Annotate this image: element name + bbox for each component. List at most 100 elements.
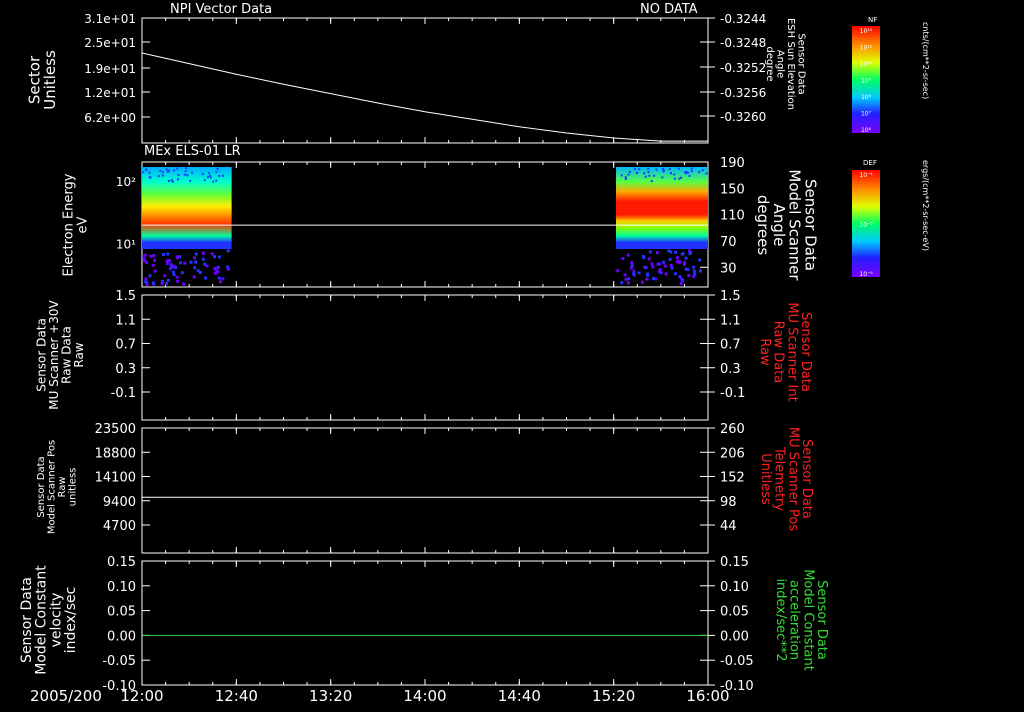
spectrogram-pixel [692,269,696,273]
spectrogram-pixel [170,179,173,182]
left-y-tick-label: 6.2e+00 [84,111,136,125]
spectrogram-pixel [163,274,167,278]
left-y-tick-label: 9400 [103,495,136,510]
colorbar-def-label: DEF [863,159,877,167]
spectrogram-pixel [226,249,230,253]
spectrogram-pixel [216,167,219,170]
spectrogram-pixel [160,282,164,286]
data-layer [141,26,880,636]
right-y-tick-label: 152 [720,471,745,486]
spectrogram-pixel [640,280,644,284]
spectrogram-pixel [655,168,658,171]
spectrogram-pixel [148,274,152,278]
spectrogram-pixel [692,265,696,269]
spectrogram-pixel [193,256,196,260]
right-y-tick-label: -0.3248 [720,36,766,50]
left-y-tick-label: 2.5e+01 [84,36,136,50]
spectrogram-pixel [675,256,679,260]
spectrogram-pixel [201,257,205,261]
panel1-title: NPI Vector Data [170,2,272,17]
label-layer: 12:00 12:40 13:20 14:00 14:40 15:20 16:003.1e+… [19,12,873,705]
spectrogram-pixel [221,174,224,177]
right-y-tick-label: 0.7 [720,338,741,353]
left-y-tick-label: 1.5 [115,289,136,304]
spectrogram-pixel [698,269,702,273]
left-y-tick-label: -0.10 [102,679,136,694]
spectrogram-pixel [620,281,624,285]
spectrogram-pixel [680,252,684,256]
x-tick-label: 14:00 [403,687,446,705]
colorbar-tick-label: 10⁻⁴ [859,172,873,179]
spectrogram-pixel [623,273,627,277]
spectrogram-pixel [655,251,659,255]
spectrogram-pixel [149,176,152,179]
spectrogram-pixel [632,269,636,273]
spectrogram-pixel [144,277,148,281]
left-y-tick-label: 23500 [95,422,136,437]
spectrogram-pixel [168,180,170,182]
spectrogram-pixel [186,174,189,177]
spectrogram-pixel [148,171,151,174]
panel-1-frame [141,17,709,144]
spectrogram-pixel [215,179,218,182]
multi-panel-plot: NPI Vector Data NO DATA MEx ELS-01 LR 20… [19,2,930,705]
right-y-tick-label: 110 [720,209,745,224]
right-y-tick-label: -0.1 [720,386,745,401]
spectrogram-pixel [680,281,683,285]
spectrogram-pixel [189,260,193,264]
spectrogram-pixel [210,176,212,179]
date-label: 2005/200 [30,687,102,705]
right-y-tick-label: 0.10 [720,580,749,595]
spectrogram-pixel [627,277,631,281]
spectrogram-pixel [621,257,625,261]
spectrogram-pixel [149,254,153,258]
left-y-tick-label: 1.1 [115,313,136,328]
spectrogram-pixel [159,169,162,172]
panel-5-left-ylabel: Sensor DataModel Constantvelocityindex/s… [19,565,79,675]
spectrogram-pixel [690,170,693,173]
spectrogram-pixel [616,269,620,273]
spectrogram-pixel [684,256,688,260]
panel-5-left-ylabel-line: Sensor Data [19,577,35,663]
left-y-tick-label: 10¹ [116,237,136,251]
left-y-tick-label: 0.15 [107,555,136,570]
panel-5-right-ylabel-line: index/sec**2 [773,578,788,661]
spectrogram-pixel [650,180,653,183]
panel-1-left-ylabel: SectorUnitless [25,50,59,110]
spectrogram-pixel [194,252,198,256]
panel-1-right-ylabel-line: degree [764,46,775,81]
panel-3-frame [141,294,709,421]
spectrogram-pixel [164,282,168,285]
spectrogram-pixel [646,273,649,277]
spectrogram-pixel [151,281,155,285]
spectrogram-pixel [673,173,676,176]
x-tick-label: 15:20 [592,687,635,705]
panel-2-right-ylabel-line: degrees [754,195,772,256]
spectrogram-pixel [661,176,664,179]
colorbar-tick-label: 10⁹ [861,78,872,85]
spectrogram-pixel [688,175,691,177]
spectrogram-pixel [206,176,209,179]
right-y-tick-label: 30 [720,261,737,276]
left-y-tick-label: 1.2e+01 [84,86,136,100]
spectrogram-pixel [165,259,169,263]
left-y-tick-label: 14100 [95,471,136,486]
spectrogram-pixel [698,258,702,262]
spectrogram-pixel [701,169,704,172]
left-y-tick-label: 0.3 [115,362,136,377]
right-y-tick-label: -0.05 [720,654,754,669]
spectrogram-pixel [166,252,170,256]
spectrogram-block [142,167,232,249]
spectrogram-pixel [209,174,211,177]
spectrogram-pixel [662,170,665,173]
spectrogram-pixel [681,278,685,282]
spectrogram-pixel [193,266,197,270]
plot-stage: NPI Vector Data NO DATA MEx ELS-01 LR 20… [0,0,1024,708]
spectrogram-pixel [661,167,664,170]
colorbar-tick-label: 10⁻⁵ [859,222,873,229]
spectrogram-pixel [670,266,674,270]
spectrogram-pixel [189,179,192,182]
spectrogram-pixel [183,173,186,176]
spectrogram-pixel [663,264,667,268]
colorbar-tick-label: 10⁷ [861,111,872,118]
